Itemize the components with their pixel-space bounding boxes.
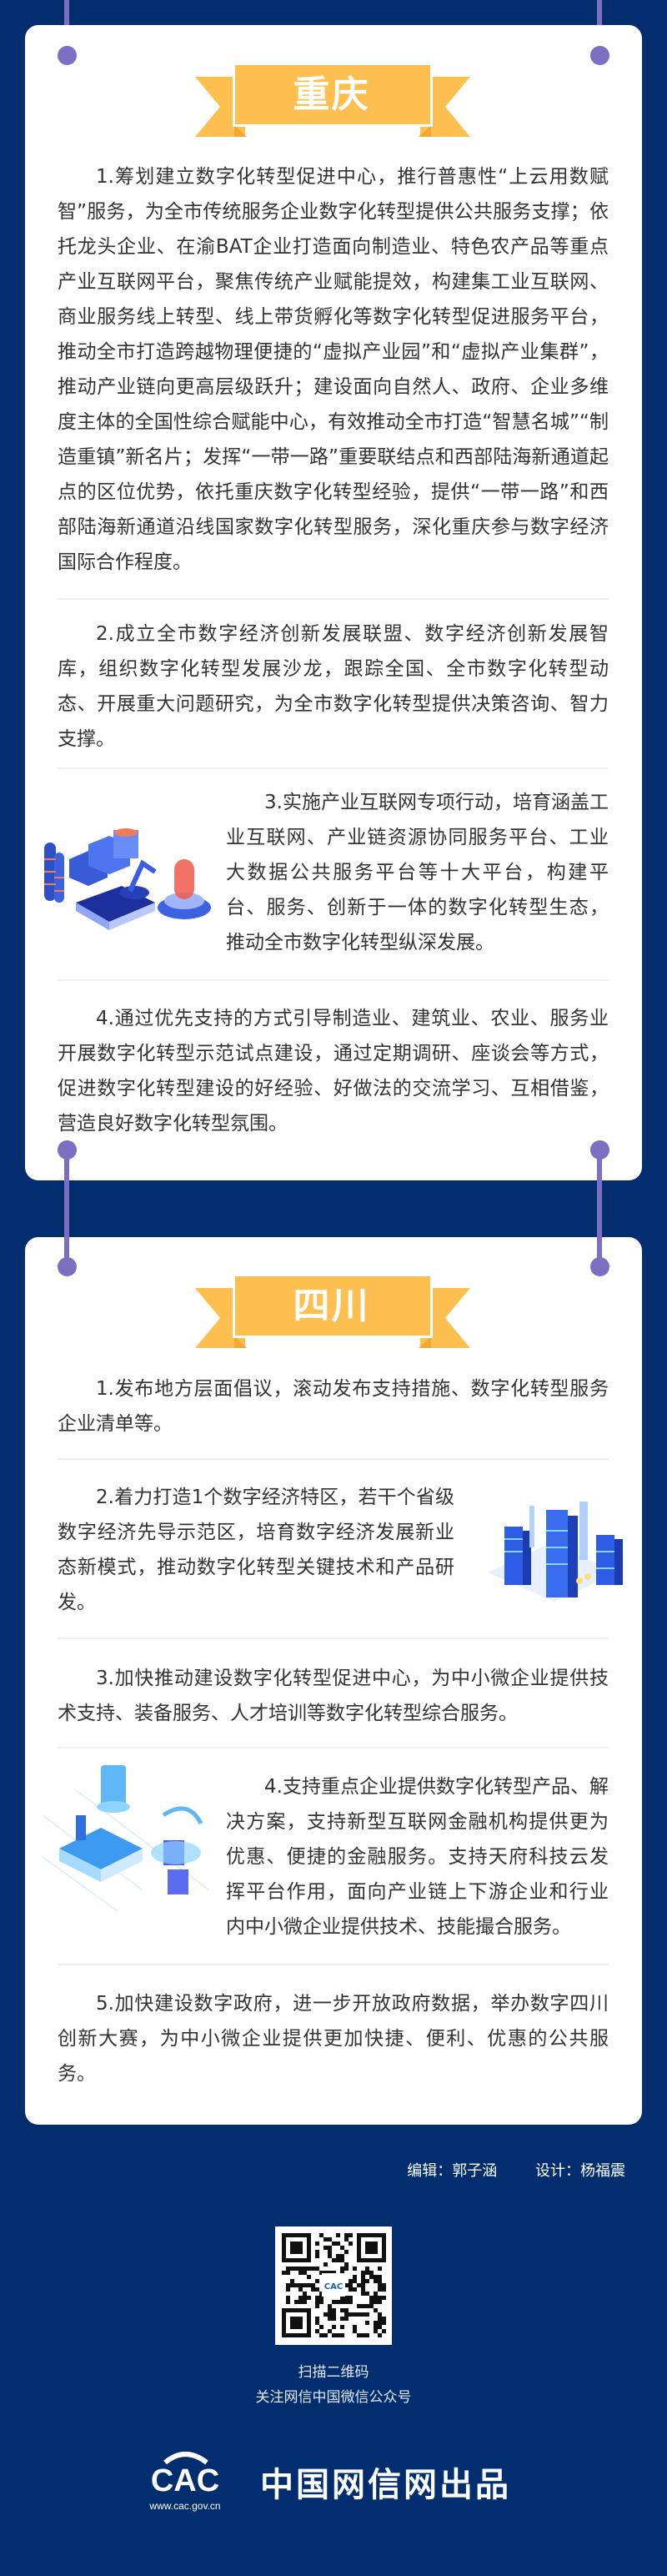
brand-title: 中国网信网出品 <box>260 2466 511 2504</box>
qr-code-icon: CAC <box>282 2233 386 2337</box>
editor-credit: 编辑：郭子涵 <box>407 2162 498 2180</box>
cac-logo-icon: CAC www.cac.gov.cn <box>148 2452 221 2512</box>
sichuan-item-5: 5.加快建设数字政府，进一步开放政府数据，举办数字四川创新大赛，为中小微企业提供… <box>58 1993 609 2085</box>
pin-line-left <box>64 1235 69 1268</box>
pin-line-right <box>597 1235 602 1268</box>
chongqing-item-2: 2.成立全市数字经济创新发展联盟、数字经济创新发展智库，组织数字化转型发展沙龙，… <box>58 623 609 750</box>
qr-code: CAC <box>275 2226 392 2345</box>
divider <box>58 598 609 600</box>
divider <box>58 979 609 981</box>
pin-dot <box>590 46 609 65</box>
cac-logo: CAC www.cac.gov.cn <box>142 2448 233 2514</box>
svg-text:www.cac.gov.cn: www.cac.gov.cn <box>148 2500 220 2512</box>
chongqing-item-3: 3.实施产业互联网专项行动，培育涵盖工业互联网、产业链资源协同服务平台、工业大数… <box>226 792 609 953</box>
industrial-internet-illustration <box>44 828 211 930</box>
sichuan-item-1: 1.发布地方层面倡议，滚动发布支持措施、数字化转型服务企业清单等。 <box>58 1378 609 1435</box>
pin-dot <box>58 1140 77 1160</box>
svg-text:CAC: CAC <box>324 2282 343 2292</box>
server-stack-icon <box>44 843 64 903</box>
pin-dot <box>58 46 77 65</box>
divider <box>58 1458 609 1460</box>
divider <box>58 1747 609 1748</box>
section-title: 四川 <box>293 1285 370 1327</box>
scan-instruction: 扫描二维码 <box>298 2364 369 2381</box>
chongqing-item-1: 1.筹划建立数字化转型促进中心，推行普惠性“上云用数赋智”服务，为全市传统服务企… <box>58 166 609 573</box>
page: 重庆 1.筹划建立数字化转型促进中心，推行普惠性“上云用数赋智”服务，为全市传统… <box>0 0 667 2576</box>
divider <box>58 767 609 769</box>
pin-dot <box>590 1140 609 1160</box>
sichuan-ribbon: 四川 <box>195 1276 470 1353</box>
svg-text:CAC: CAC <box>151 2463 219 2498</box>
designer-credit: 设计：杨福震 <box>535 2162 625 2180</box>
credits: 编辑：郭子涵 设计：杨福震 <box>374 2159 625 2181</box>
sichuan-item-3: 3.加快推动建设数字化转型促进中心，为中小微企业提供技术支持、装备服务、人才培训… <box>58 1668 609 1724</box>
divider <box>58 1964 609 1965</box>
divider <box>58 1638 609 1639</box>
sichuan-item-2: 2.着力打造1个数字经济特区，若干个省级数字经济先导示范区，培育数字经济发展新业… <box>58 1487 454 1613</box>
smart-factory-illustration <box>43 1765 210 1911</box>
chongqing-item-4: 4.通过优先支持的方式引导制造业、建筑业、农业、服务业开展数字化转型示范试点建设… <box>58 1008 609 1135</box>
sichuan-item-4: 4.支持重点企业提供数字化转型产品、解决方案，支持新型互联网金融机构提供更为优惠… <box>226 1776 609 1938</box>
follow-instruction: 关注网信中国微信公众号 <box>255 2389 412 2406</box>
chongqing-ribbon: 重庆 <box>195 65 470 142</box>
digital-city-illustration <box>488 1502 623 1602</box>
section-title: 重庆 <box>293 73 370 116</box>
